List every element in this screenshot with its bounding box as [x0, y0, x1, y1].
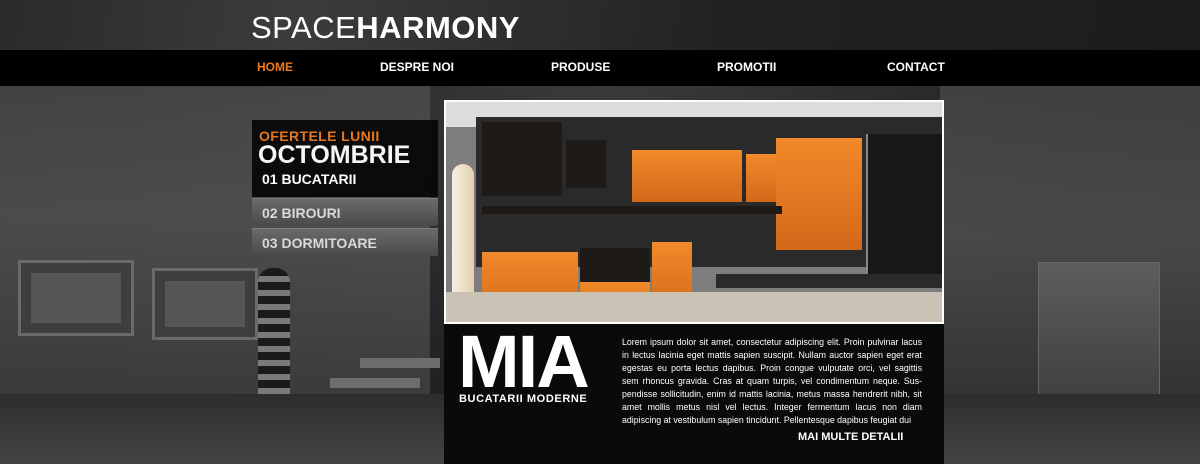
promo-title: MIA: [458, 320, 590, 403]
nav-item-home[interactable]: HOME: [257, 60, 293, 74]
site-header: SPACEHARMONY: [0, 0, 1200, 50]
background-picture-frame: [18, 260, 134, 336]
promo-subtitle: BUCATARII MODERNE: [459, 393, 588, 405]
nav-item-despre-noi[interactable]: DESPRE NOI: [380, 60, 454, 74]
nav-item-contact[interactable]: CONTACT: [887, 60, 945, 74]
background-stair: [360, 358, 440, 368]
promo-description: Lorem ipsum dolor sit amet, consectetur …: [622, 337, 922, 425]
site-logo[interactable]: SPACEHARMONY: [251, 10, 520, 46]
logo-light-text: SPACE: [251, 10, 357, 45]
main-nav: HOME DESPRE NOI PRODUSE PROMOTII CONTACT: [0, 50, 1200, 86]
nav-item-produse[interactable]: PRODUSE: [551, 60, 610, 74]
more-details-link[interactable]: MAI MULTE DETALII: [798, 431, 903, 443]
background-stair: [330, 378, 420, 388]
logo-bold-text: HARMONY: [356, 10, 520, 45]
category-item-birouri[interactable]: 02 BIROURI: [252, 198, 438, 226]
nav-item-promotii[interactable]: PROMOTII: [717, 60, 776, 74]
category-item-bucatarii[interactable]: 01 BUCATARII: [252, 168, 438, 196]
dining-table: [716, 274, 942, 288]
hero-kitchen-image[interactable]: [444, 100, 944, 324]
background-picture-frame: [152, 268, 258, 340]
offer-month: OCTOMBRIE: [258, 141, 411, 169]
category-item-dormitoare[interactable]: 03 DORMITOARE: [252, 228, 438, 256]
background-cabinet: [1038, 262, 1160, 414]
